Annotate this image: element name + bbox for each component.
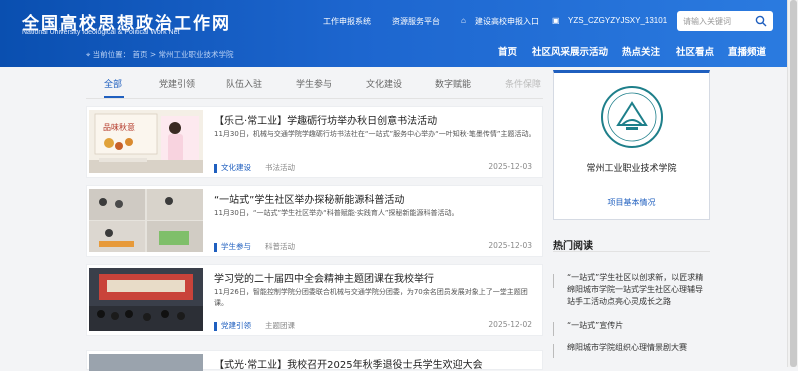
article-card[interactable]: 学习党的二十届四中全会精神主题团课在我校举行 11月26日，智能控制学院分团委联…	[86, 264, 543, 336]
link-declaration-system[interactable]: 工作申报系统	[323, 16, 371, 27]
article-category[interactable]: 党建引领	[214, 320, 251, 331]
category-marker	[214, 321, 217, 331]
tab-party[interactable]: 党建引领	[159, 77, 195, 90]
top-header: 全国高校思想政治工作网 National University Ideologi…	[0, 0, 798, 67]
article-date: 2025-12-03	[488, 241, 532, 250]
tab-team[interactable]: 队伍入驻	[226, 77, 262, 90]
search-box[interactable]: 请输入关键词	[677, 11, 773, 31]
article-thumbnail[interactable]	[89, 354, 203, 371]
scrollbar-thumb[interactable]	[790, 0, 797, 367]
article-category[interactable]: 学生参与	[214, 241, 251, 252]
location-icon: ⌖	[86, 50, 93, 59]
article-summary: 11月30日，机械与交通学院学趣砺行坊书法社在“一站式”服务中心举办“一叶知秋·…	[214, 130, 536, 138]
link-resource-platform[interactable]: 资源服务平台	[392, 16, 440, 27]
article-title[interactable]: “一站式”学生社区举办探秘新能源科普活动	[214, 191, 404, 206]
category-marker	[214, 163, 217, 173]
nav-live-channel[interactable]: 直播频道	[728, 44, 766, 58]
article-thumbnail[interactable]: 品味秋意	[89, 110, 203, 173]
article-keyword[interactable]: 主题团课	[265, 320, 295, 331]
user-icon: ▣	[552, 16, 560, 25]
article-title[interactable]: 【乐己·常工业】学趣砺行坊举办秋日创意书法活动	[214, 112, 437, 127]
list-marker	[553, 344, 554, 358]
tab-support[interactable]: 条件保障	[505, 77, 541, 90]
category-tabs: 全部 党建引领 队伍入驻 学生参与 文化建设 数字赋能 条件保障	[86, 67, 543, 99]
tab-culture[interactable]: 文化建设	[366, 77, 402, 90]
school-emblem	[601, 86, 663, 148]
school-card: 常州工业职业技术学院 项目基本情况	[553, 70, 710, 220]
nav-community-highlights[interactable]: 社区看点	[676, 44, 714, 58]
tab-active-indicator	[104, 96, 124, 98]
list-item[interactable]: “一站式”学生社区以创求新，以匠求精 绵阳城市学院一站式学生社区心理辅导站手工活…	[553, 272, 710, 312]
article-keyword[interactable]: 书法活动	[265, 162, 295, 173]
article-date: 2025-12-03	[488, 162, 532, 171]
nav-community-showcase[interactable]: 社区风采展示活动	[532, 44, 608, 58]
article-title[interactable]: 学习党的二十届四中全会精神主题团课在我校举行	[214, 270, 434, 285]
article-summary: 11月26日，智能控制学院分团委联合机械与交通学院分团委，为70余名团员发展对象…	[214, 288, 528, 307]
article-date: 2025-12-02	[488, 320, 532, 329]
search-icon[interactable]	[755, 15, 767, 27]
article-thumbnail[interactable]	[89, 268, 203, 331]
tab-student[interactable]: 学生参与	[296, 77, 332, 90]
category-marker	[214, 242, 217, 252]
tab-all[interactable]: 全部	[104, 77, 122, 90]
list-marker	[553, 274, 554, 288]
thumb-banner-text: 品味秋意	[103, 122, 135, 132]
user-account[interactable]: YZS_CZGYZYJSXY_13101	[568, 16, 667, 25]
nav-hot-topics[interactable]: 热点关注	[622, 44, 660, 58]
breadcrumb: ⌖ 当前位置： 首页 > 常州工业职业技术学院	[86, 50, 234, 59]
article-thumbnail[interactable]	[89, 189, 203, 252]
school-name[interactable]: 常州工业职业技术学院	[554, 161, 709, 174]
tab-digital[interactable]: 数字赋能	[435, 77, 471, 90]
nav-home[interactable]: 首页	[498, 44, 517, 58]
hot-reading-title: 热门阅读	[553, 241, 593, 252]
divider	[553, 251, 710, 252]
scrollbar[interactable]	[787, 0, 798, 367]
article-card[interactable]: “一站式”学生社区举办探秘新能源科普活动 11月30日，“一站式”学生社区举办“…	[86, 185, 543, 257]
home-icon: ⌂	[461, 16, 466, 25]
article-card[interactable]: 【式光·常工业】我校召开2025年秋季退役士兵学生欢迎大会	[86, 350, 543, 371]
article-title[interactable]: 【式光·常工业】我校召开2025年秋季退役士兵学生欢迎大会	[214, 356, 483, 371]
article-category[interactable]: 文化建设	[214, 162, 251, 173]
article-summary: 11月30日，“一站式”学生社区举办“科普赋能·实践育人”探秘新能源科普活动。	[214, 209, 459, 217]
site-logo-en: National University Ideological & Politi…	[22, 29, 180, 36]
list-marker	[553, 322, 554, 336]
project-info-link[interactable]: 项目基本情况	[554, 197, 709, 208]
search-input[interactable]: 请输入关键词	[683, 16, 731, 27]
article-card[interactable]: 品味秋意 【乐己·常工业】学趣砺行坊举办秋日创意书法活动 11月30日，机械与交…	[86, 106, 543, 178]
link-school-apply[interactable]: 建设高校申报入口	[475, 16, 539, 27]
article-keyword[interactable]: 科普活动	[265, 241, 295, 252]
